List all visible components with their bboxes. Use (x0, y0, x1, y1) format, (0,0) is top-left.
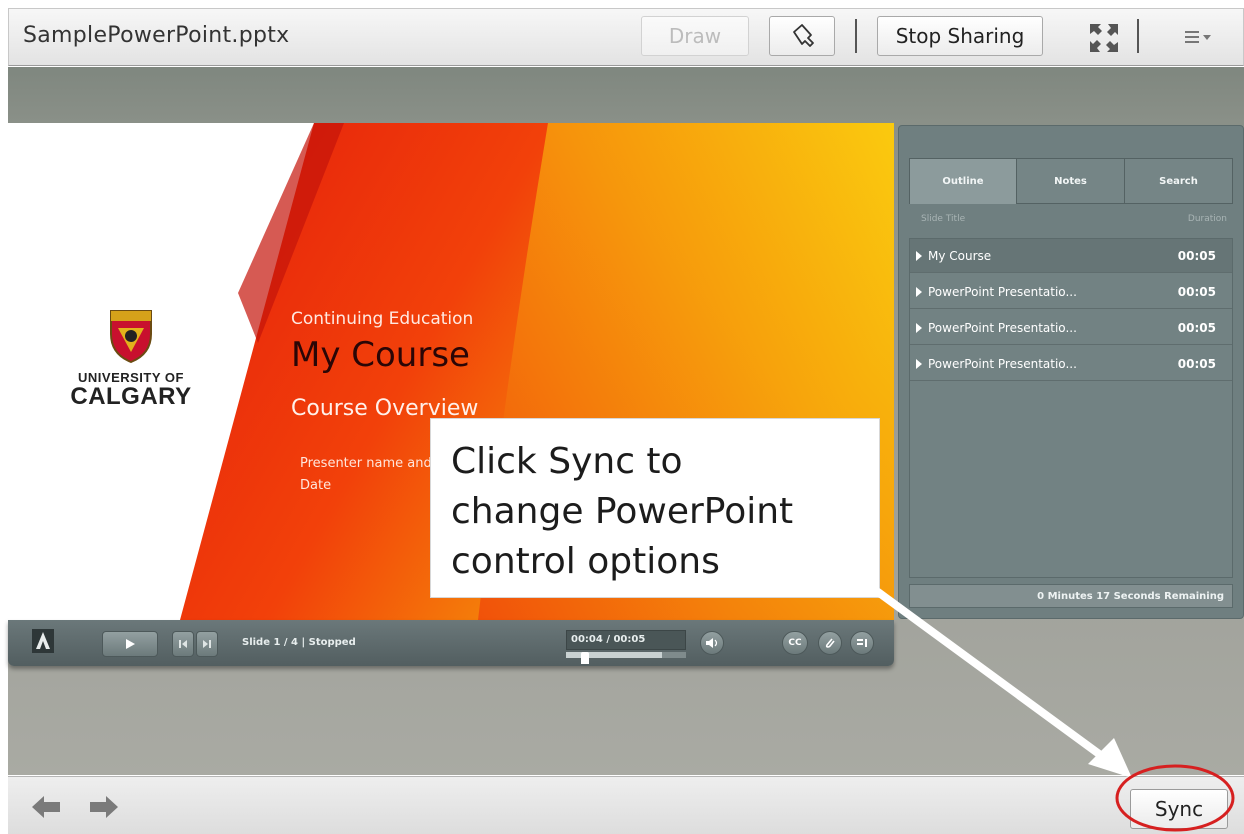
expand-icon (916, 323, 922, 333)
slide-list-duration: 00:05 (1177, 321, 1216, 335)
slide-list-title: PowerPoint Presentatio... (928, 285, 1077, 299)
menu-button[interactable] (1179, 25, 1219, 51)
arrow-right-icon (90, 796, 118, 818)
sidebar-toggle-button[interactable] (850, 631, 874, 655)
volume-button[interactable] (700, 631, 724, 655)
fullscreen-icon (1090, 24, 1118, 52)
stop-sharing-button[interactable]: Stop Sharing (877, 16, 1043, 56)
arrow-left-icon (32, 796, 60, 818)
time-display: 00:04 / 00:05 (566, 630, 686, 650)
slide-list-item[interactable]: PowerPoint Presentatio... 00:05 (910, 311, 1232, 345)
slide-list-duration: 00:05 (1177, 357, 1216, 371)
volume-icon (706, 638, 718, 648)
time-remaining-bar: 0 Minutes 17 Seconds Remaining (909, 584, 1233, 608)
tab-outline[interactable]: Outline (910, 159, 1017, 204)
slide-list-item[interactable]: PowerPoint Presentatio... 00:05 (910, 275, 1232, 309)
slide-list-title: PowerPoint Presentatio... (928, 321, 1077, 335)
slide-list-item[interactable]: My Course 00:05 (910, 239, 1232, 273)
toolbar-divider-2 (1137, 19, 1139, 53)
draw-button[interactable]: Draw (641, 16, 749, 56)
slide-list-duration: 00:05 (1177, 249, 1216, 263)
expand-icon (916, 251, 922, 261)
top-toolbar: SamplePowerPoint.pptx Draw Stop Sharing (8, 8, 1244, 66)
adobe-icon (32, 629, 54, 653)
slide-list-title: PowerPoint Presentatio... (928, 357, 1077, 371)
fullscreen-button[interactable] (1087, 21, 1121, 55)
instruction-callout: Click Sync to change PowerPoint control … (430, 418, 880, 598)
bottom-toolbar: Sync (8, 776, 1244, 834)
next-button[interactable] (86, 793, 120, 821)
tab-search[interactable]: Search (1125, 159, 1232, 204)
skip-forward-icon (203, 640, 211, 648)
time-remaining-text: 0 Minutes 17 Seconds Remaining (1037, 591, 1224, 602)
previous-slide-button[interactable] (172, 631, 194, 657)
slide-list-item[interactable]: PowerPoint Presentatio... 00:05 (910, 347, 1232, 381)
skip-back-icon (179, 640, 187, 648)
slide-status: Slide 1 / 4 | Stopped (242, 637, 356, 648)
attachments-button[interactable] (818, 631, 842, 655)
pointer-button[interactable] (769, 16, 835, 56)
slide-list-duration: 00:05 (1177, 285, 1216, 299)
playback-time: 00:04 / 00:05 (571, 634, 646, 645)
panel-tabs: Outline Notes Search (909, 158, 1233, 204)
closed-captions-button[interactable]: CC (782, 631, 808, 655)
column-header-title: Slide Title (921, 214, 966, 224)
column-header-duration: Duration (1187, 214, 1227, 224)
slide-presenter: Presenter name and Date (300, 453, 432, 497)
slide-subtitle: Continuing Education (291, 309, 474, 329)
callout-line-1: Click Sync to (451, 441, 683, 482)
play-button[interactable] (102, 631, 158, 657)
tab-notes[interactable]: Notes (1017, 159, 1125, 204)
slide-outline-panel: Outline Notes Search Slide Title Duratio… (898, 125, 1244, 619)
callout-line-2: change PowerPoint (451, 491, 794, 532)
presentation-player-bar: Slide 1 / 4 | Stopped 00:04 / 00:05 CC (8, 620, 894, 666)
adobe-logo (32, 629, 54, 653)
presenter-name: Presenter name and (300, 456, 432, 471)
callout-text: Click Sync to change PowerPoint control … (451, 437, 871, 587)
menu-icon (1185, 31, 1211, 43)
seek-thumb[interactable] (581, 652, 590, 664)
slide-list-title: My Course (928, 249, 992, 263)
callout-line-3: control options (451, 541, 720, 582)
previous-button[interactable] (30, 793, 64, 821)
university-logo: UNIVERSITY OF CALGARY (56, 308, 206, 409)
expand-icon (916, 287, 922, 297)
expand-icon (916, 359, 922, 369)
sync-button[interactable]: Sync (1130, 789, 1228, 829)
play-icon (126, 639, 135, 649)
share-pod-stage: UNIVERSITY OF CALGARY Continuing Educati… (8, 67, 1244, 775)
presentation-date: Date (300, 478, 332, 493)
slide-title: My Course (291, 335, 470, 375)
panel-icon (857, 639, 867, 647)
next-slide-button[interactable] (196, 631, 218, 657)
crest-icon (110, 310, 152, 364)
toolbar-divider (855, 19, 857, 53)
paperclip-icon (825, 638, 835, 648)
logo-text-line2: CALGARY (70, 383, 192, 410)
pointer-icon (793, 24, 814, 47)
document-title: SamplePowerPoint.pptx (23, 23, 290, 48)
slide-list: My Course 00:05 PowerPoint Presentatio..… (909, 238, 1233, 578)
